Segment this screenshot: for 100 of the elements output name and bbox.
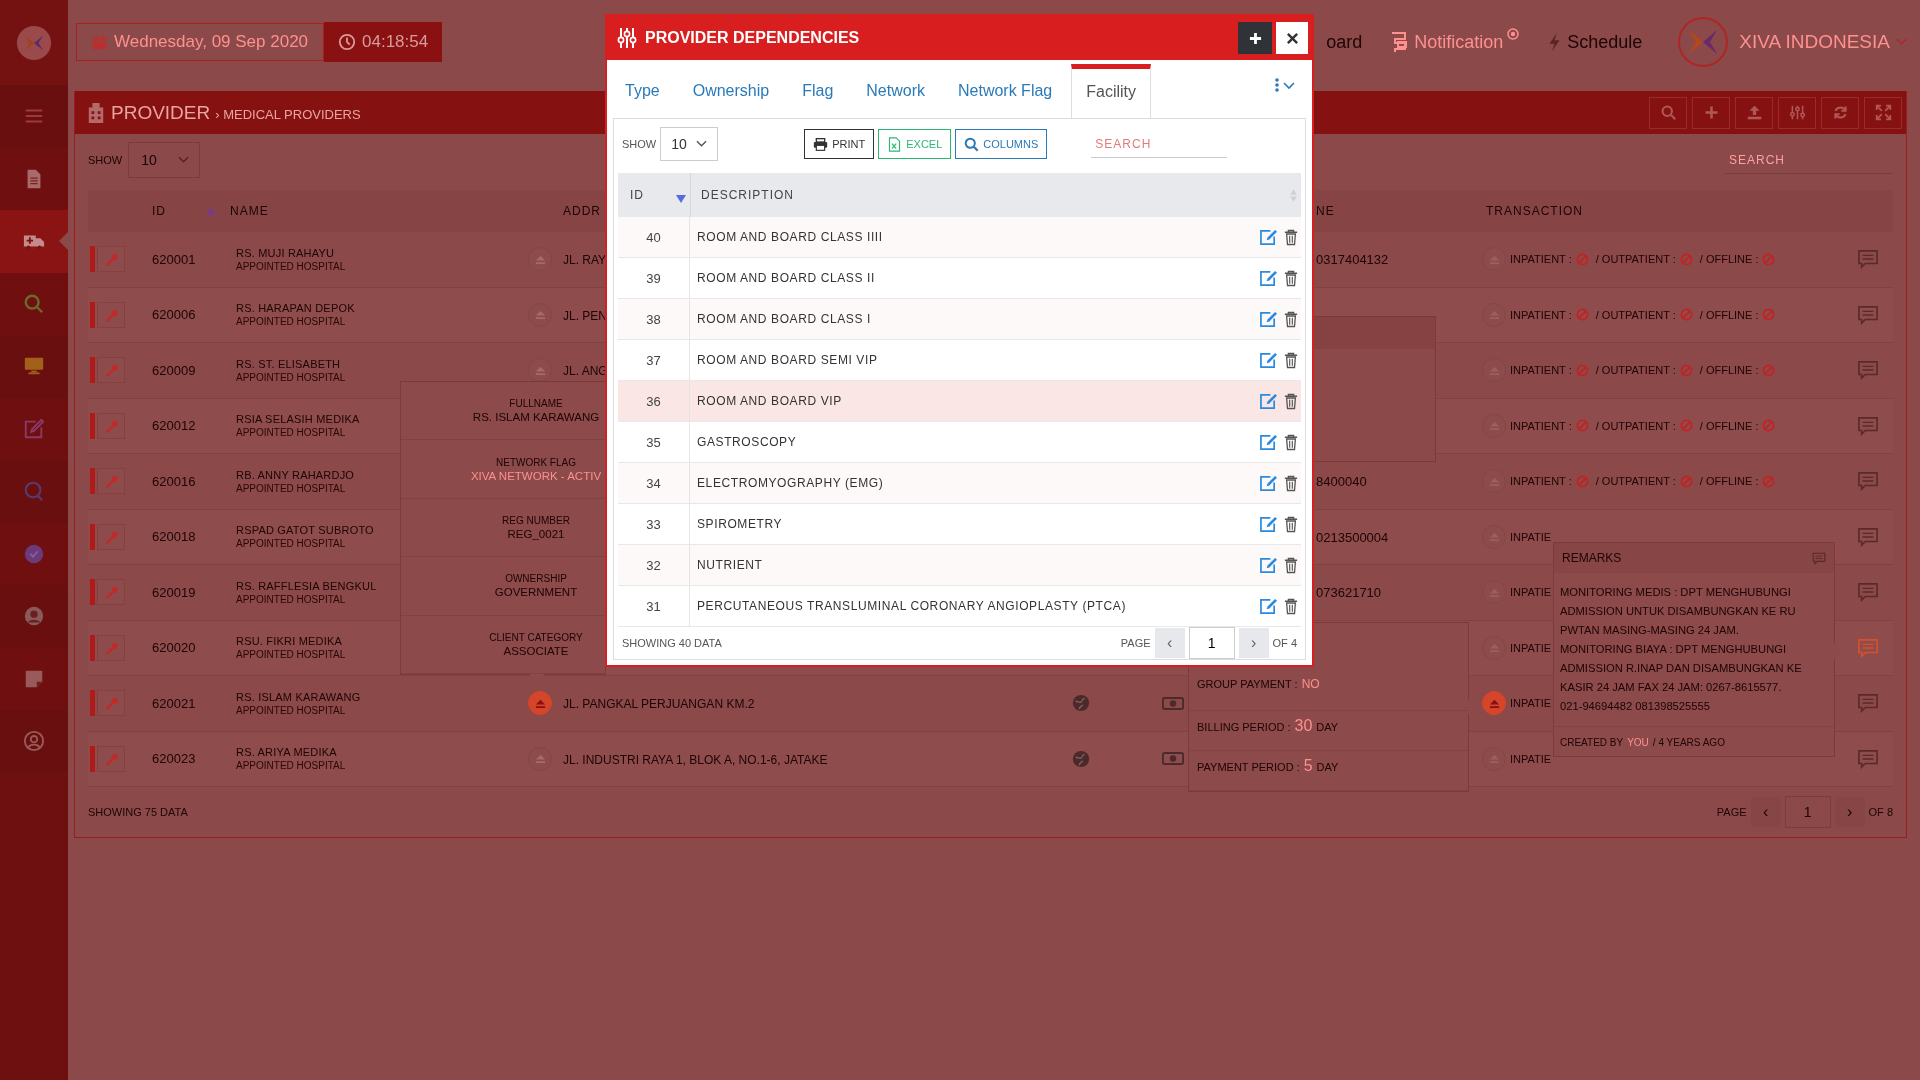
remarks-button[interactable] xyxy=(1857,304,1879,325)
table-row[interactable]: 33 SPIROMETRY xyxy=(618,504,1301,545)
tools-button[interactable] xyxy=(97,412,125,439)
columns-button[interactable]: COLUMNS xyxy=(955,129,1048,159)
sidebar-item[interactable] xyxy=(0,585,68,648)
toolbar-button[interactable] xyxy=(1778,96,1816,129)
upload-icon xyxy=(1745,104,1763,121)
sidebar-item[interactable] xyxy=(0,335,68,398)
remarks-button[interactable] xyxy=(1857,471,1879,492)
toolbar-button[interactable] xyxy=(1864,96,1902,129)
tools-button[interactable] xyxy=(97,579,125,606)
tools-button[interactable] xyxy=(97,690,125,717)
tools-button[interactable] xyxy=(97,468,125,495)
search-field[interactable]: SEARCH xyxy=(1725,146,1893,174)
toolbar-button[interactable] xyxy=(1821,96,1859,129)
payment-button[interactable] xyxy=(1482,635,1506,660)
toolbar-button[interactable] xyxy=(1692,96,1730,129)
previous-page-button[interactable]: ‹ xyxy=(1750,797,1781,827)
toolbar-button[interactable] xyxy=(1735,96,1773,129)
tab[interactable]: Facility xyxy=(1071,64,1151,118)
tab[interactable]: Flag xyxy=(788,68,848,118)
notification-link[interactable]: Notification xyxy=(1390,30,1520,54)
eject-button[interactable] xyxy=(528,247,552,272)
tools-button[interactable] xyxy=(97,523,125,550)
tab[interactable]: Network Flag xyxy=(944,68,1067,118)
payment-button[interactable] xyxy=(1482,358,1506,383)
eject-button[interactable] xyxy=(528,358,552,383)
table-row[interactable]: 32 NUTRIENT xyxy=(618,545,1301,586)
column-header: NAME xyxy=(230,204,270,218)
column-header: ID xyxy=(152,204,166,218)
edit-icon xyxy=(1259,228,1278,246)
add-button[interactable] xyxy=(1238,22,1272,54)
payment-button[interactable] xyxy=(1482,691,1506,716)
remarks-text: MONITORING MEDIS : DPT MENGHUBUNGI ADMISSION UNTUK DISAMBUNGKAN KE RU PWTAN MASING-MASING 24 JAM. MONITORING BIAYA : DPT MENGHUBUNGI ADMISSION R.INAP DAN DISAMBUNGKAN KE KASIR 24 JAM FAX 24 JAM: 0267-8615577. 021-94694482 081398525555 xyxy=(1554,573,1834,727)
payment-value: 30 xyxy=(1294,717,1313,735)
payment-button[interactable] xyxy=(1482,302,1506,327)
expand-icon xyxy=(1874,104,1892,121)
print-button[interactable]: PRINT xyxy=(804,129,875,159)
more-button[interactable] xyxy=(1274,78,1296,92)
table-row[interactable]: 40 ROOM AND BOARD CLASS IIII xyxy=(618,217,1301,258)
page-size-select[interactable]: 10 xyxy=(128,142,201,178)
table-cell-text: ROOM AND BOARD SEMI VIP xyxy=(696,353,879,367)
transaction-label: INPATIE xyxy=(1510,530,1552,543)
calendar-icon xyxy=(91,33,108,51)
tools-button[interactable] xyxy=(97,246,125,273)
eject-button[interactable] xyxy=(528,746,552,771)
eject-button[interactable] xyxy=(528,302,552,327)
transaction-label: INPATIENT : xyxy=(1510,419,1572,432)
schedule-link[interactable]: Schedule xyxy=(1546,30,1643,54)
table-row[interactable]: 35 GASTROSCOPY xyxy=(618,422,1301,463)
page-field[interactable]: 1 xyxy=(1188,627,1235,659)
remarks-button[interactable] xyxy=(1857,249,1879,270)
sidebar-item[interactable] xyxy=(0,210,68,273)
page-title: PROVIDER xyxy=(111,101,211,124)
table-row[interactable]: 38 ROOM AND BOARD CLASS I xyxy=(618,299,1301,340)
table-row[interactable]: 39 ROOM AND BOARD CLASS II xyxy=(618,258,1301,299)
remarks-button[interactable] xyxy=(1857,415,1879,436)
sidebar-item[interactable] xyxy=(0,710,68,773)
search-button[interactable] xyxy=(1649,96,1687,129)
remarks-button[interactable] xyxy=(1857,748,1879,769)
tab[interactable]: Network xyxy=(852,68,939,118)
remarks-button[interactable] xyxy=(1857,582,1879,603)
previous-page-button[interactable]: ‹ xyxy=(1154,628,1185,658)
nav-link[interactable]: oard xyxy=(1326,31,1363,53)
payment-button[interactable] xyxy=(1482,247,1506,272)
payment-button[interactable] xyxy=(1482,469,1506,494)
next-page-button[interactable]: › xyxy=(1834,797,1865,827)
remarks-button[interactable] xyxy=(1857,360,1879,381)
eject-button[interactable] xyxy=(528,691,552,716)
payment-button[interactable] xyxy=(1482,413,1506,438)
tab[interactable]: Type xyxy=(611,68,674,118)
remarks-button[interactable] xyxy=(1857,526,1879,547)
table-cell: 38 xyxy=(618,299,690,339)
author-link[interactable]: YOU xyxy=(1627,737,1649,748)
next-page-button[interactable]: › xyxy=(1238,628,1269,658)
status-bar xyxy=(90,690,95,717)
close-button[interactable] xyxy=(1276,22,1308,54)
tools-button[interactable] xyxy=(97,357,125,384)
remarks-button[interactable] xyxy=(1857,693,1879,714)
table-row[interactable]: 37 ROOM AND BOARD SEMI VIP xyxy=(618,340,1301,381)
tools-button[interactable] xyxy=(97,634,125,661)
table-row[interactable]: 34 ELECTROMYOGRAPHY (EMG) xyxy=(618,463,1301,504)
dialog-title: PROVIDER DEPENDENCIES xyxy=(645,29,860,47)
page-size-select[interactable]: 10 xyxy=(660,127,719,161)
tools-button[interactable] xyxy=(97,745,125,772)
table-row[interactable]: 36 ROOM AND BOARD VIP xyxy=(618,381,1301,422)
remarks-button[interactable] xyxy=(1857,637,1879,658)
payment-button[interactable] xyxy=(1482,580,1506,605)
payment-button[interactable] xyxy=(1482,746,1506,771)
tab[interactable]: Ownership xyxy=(678,68,784,118)
page-field[interactable]: 1 xyxy=(1784,796,1831,828)
search-icon xyxy=(964,136,980,152)
tools-button[interactable] xyxy=(97,301,125,328)
provider-category: APPOINTED HOSPITAL xyxy=(236,260,346,272)
logo-icon xyxy=(1677,16,1730,68)
table-row[interactable]: 31 PERCUTANEOUS TRANSLUMINAL CORONARY ANGIOPLASTY (PTCA) xyxy=(618,586,1301,627)
account-menu[interactable]: XIVA INDONESIA xyxy=(1739,31,1907,53)
transaction-label: INPATIE xyxy=(1510,641,1552,654)
excel-button[interactable]: EXCEL xyxy=(878,129,952,159)
payment-button[interactable] xyxy=(1482,524,1506,549)
